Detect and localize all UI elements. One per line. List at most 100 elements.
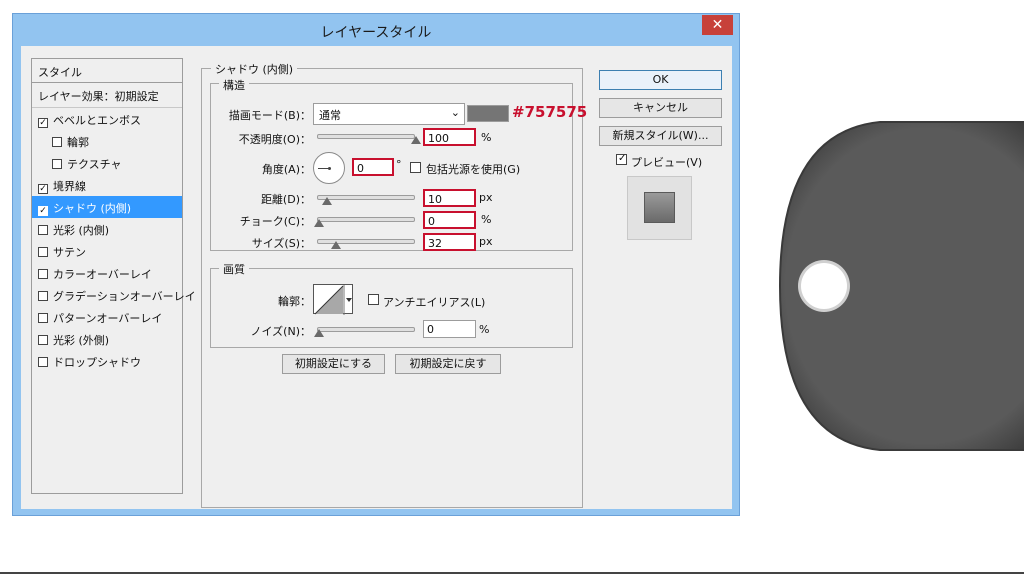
opacity-slider[interactable] [317,134,421,144]
size-slider[interactable] [317,239,415,249]
antialias-checkbox[interactable] [368,294,379,305]
choke-label: チョーク(C)： [239,215,311,228]
angle-dial-center [328,167,331,170]
blend-mode-value: 通常 [319,109,341,122]
preview-check-mark: ✓ [618,153,627,164]
style-item-label: 輪郭 [67,136,89,149]
structure-title: 構造 [219,77,249,93]
new-style-button[interactable]: 新規スタイル(W)... [599,126,722,146]
global-light-checkbox[interactable] [410,162,421,173]
distance-unit: px [479,191,493,204]
size-slider-thumb[interactable] [331,241,341,249]
style-preview-thumbnail [627,176,692,240]
blend-mode-select[interactable]: 通常 ⌄ [313,103,465,125]
contour-curve-icon [314,285,352,315]
global-light-label: 包括光源を使用(G) [426,163,521,176]
noise-input[interactable]: 0 [423,320,476,338]
angle-dial[interactable] [313,152,345,184]
choke-slider-thumb[interactable] [314,219,324,227]
ok-button[interactable]: OK [599,70,722,90]
bottom-divider [0,572,1024,574]
size-unit: px [479,235,493,248]
close-button[interactable]: ✕ [702,15,733,35]
style-list-item[interactable]: 光彩 (外側) [32,328,182,350]
noise-label: ノイズ(N)： [250,325,311,338]
noise-unit: % [479,323,490,336]
noise-slider-thumb[interactable] [314,329,324,337]
title-bar[interactable]: レイヤースタイル ✕ [13,14,739,46]
style-checkbox[interactable]: ✓ [38,184,48,194]
style-list-item[interactable]: ✓ 境界線 [32,174,182,196]
style-checkbox[interactable] [38,291,48,301]
blend-options-item[interactable]: レイヤー効果：初期設定 [32,84,182,108]
style-checkbox[interactable] [38,225,48,235]
style-item-label: 光彩 (外側) [53,334,110,347]
style-checkbox[interactable]: ✓ [38,118,48,128]
metal-tag-graphic [778,121,1024,451]
distance-slider-thumb[interactable] [322,197,332,205]
make-default-button[interactable]: 初期設定にする [282,354,385,374]
color-hex-annotation: #757575 [512,103,588,121]
style-list-item[interactable]: グラデーションオーバーレイ [32,284,196,306]
style-list: スタイル レイヤー効果：初期設定 ✓ ベベルとエンボス輪郭テクスチャ ✓ 境界線 ✓ シャ… [31,58,196,494]
style-item-label: 光彩 (内側) [53,224,110,237]
dialog-title: レイヤースタイル [320,25,432,41]
angle-input[interactable]: 0 [352,158,394,176]
layer-style-dialog: レイヤースタイル ✕ スタイル レイヤー効果：初期設定 ✓ ベベルとエンボス輪郭テ… [12,13,740,516]
style-list-item[interactable]: 光彩 (内側) [32,218,182,240]
style-item-label: テクスチャ [67,158,122,171]
dialog-body: スタイル レイヤー効果：初期設定 ✓ ベベルとエンボス輪郭テクスチャ ✓ 境界線 ✓ シャ… [21,46,732,509]
shadow-color-swatch[interactable] [467,105,509,122]
style-checkbox[interactable] [38,269,48,279]
style-list-item[interactable]: 輪郭 [32,130,182,152]
style-item-label: サテン [53,246,86,259]
style-item-label: グラデーションオーバーレイ [53,290,196,303]
style-item-label: パターンオーバーレイ [53,312,163,325]
opacity-input[interactable]: 100 [423,128,476,146]
style-list-item[interactable]: ✓ ベベルとエンボス [32,108,182,130]
style-item-label: シャドウ (内側) [53,202,132,215]
style-list-item[interactable]: パターンオーバーレイ [32,306,182,328]
style-list-item[interactable]: ✓ シャドウ (内側) [32,196,182,218]
style-item-label: カラーオーバーレイ [53,268,152,281]
opacity-unit: % [481,131,492,144]
cancel-button[interactable]: キャンセル [599,98,722,118]
quality-title: 画質 [219,261,249,277]
distance-label: 距離(D)： [260,193,311,206]
style-checkbox[interactable]: ✓ [38,206,48,216]
distance-input[interactable]: 10 [423,189,476,207]
style-list-item[interactable]: テクスチャ [32,152,182,174]
style-checkbox[interactable] [38,335,48,345]
style-checkbox[interactable] [38,247,48,257]
style-list-item[interactable]: ドロップシャドウ [32,350,182,372]
contour-label: 輪郭： [278,295,311,308]
choke-input[interactable]: 0 [423,211,476,229]
style-preview-swatch [644,192,675,223]
opacity-label: 不透明度(O)： [238,133,311,146]
style-checkbox[interactable] [38,357,48,367]
choke-unit: % [481,213,492,226]
style-item-label: ドロップシャドウ [53,356,141,369]
style-list-item[interactable]: サテン [32,240,182,262]
antialias-label: アンチエイリアス(L) [383,296,486,309]
choke-slider[interactable] [314,217,415,227]
contour-picker[interactable] [313,284,353,315]
style-checkbox[interactable] [52,137,62,147]
distance-slider[interactable] [317,195,415,205]
style-list-header[interactable]: スタイル [32,59,182,83]
reset-default-button[interactable]: 初期設定に戻す [395,354,501,374]
blend-mode-label: 描画モード(B)： [228,109,311,122]
inner-shadow-section-title: シャドウ (内側) [211,61,298,77]
style-list-item[interactable]: カラーオーバーレイ [32,262,182,284]
style-item-label: 境界線 [53,180,86,193]
noise-slider[interactable] [314,327,415,337]
style-checkbox[interactable] [52,159,62,169]
opacity-slider-thumb[interactable] [411,136,421,144]
preview-checkbox[interactable]: ✓ [616,153,627,165]
style-item-label: ベベルとエンボス [53,114,141,127]
preview-label: プレビュー(V) [631,156,703,169]
style-checkbox[interactable] [38,313,48,323]
angle-unit: ° [396,158,402,171]
size-input[interactable]: 32 [423,233,476,251]
angle-label: 角度(A)： [261,163,311,176]
